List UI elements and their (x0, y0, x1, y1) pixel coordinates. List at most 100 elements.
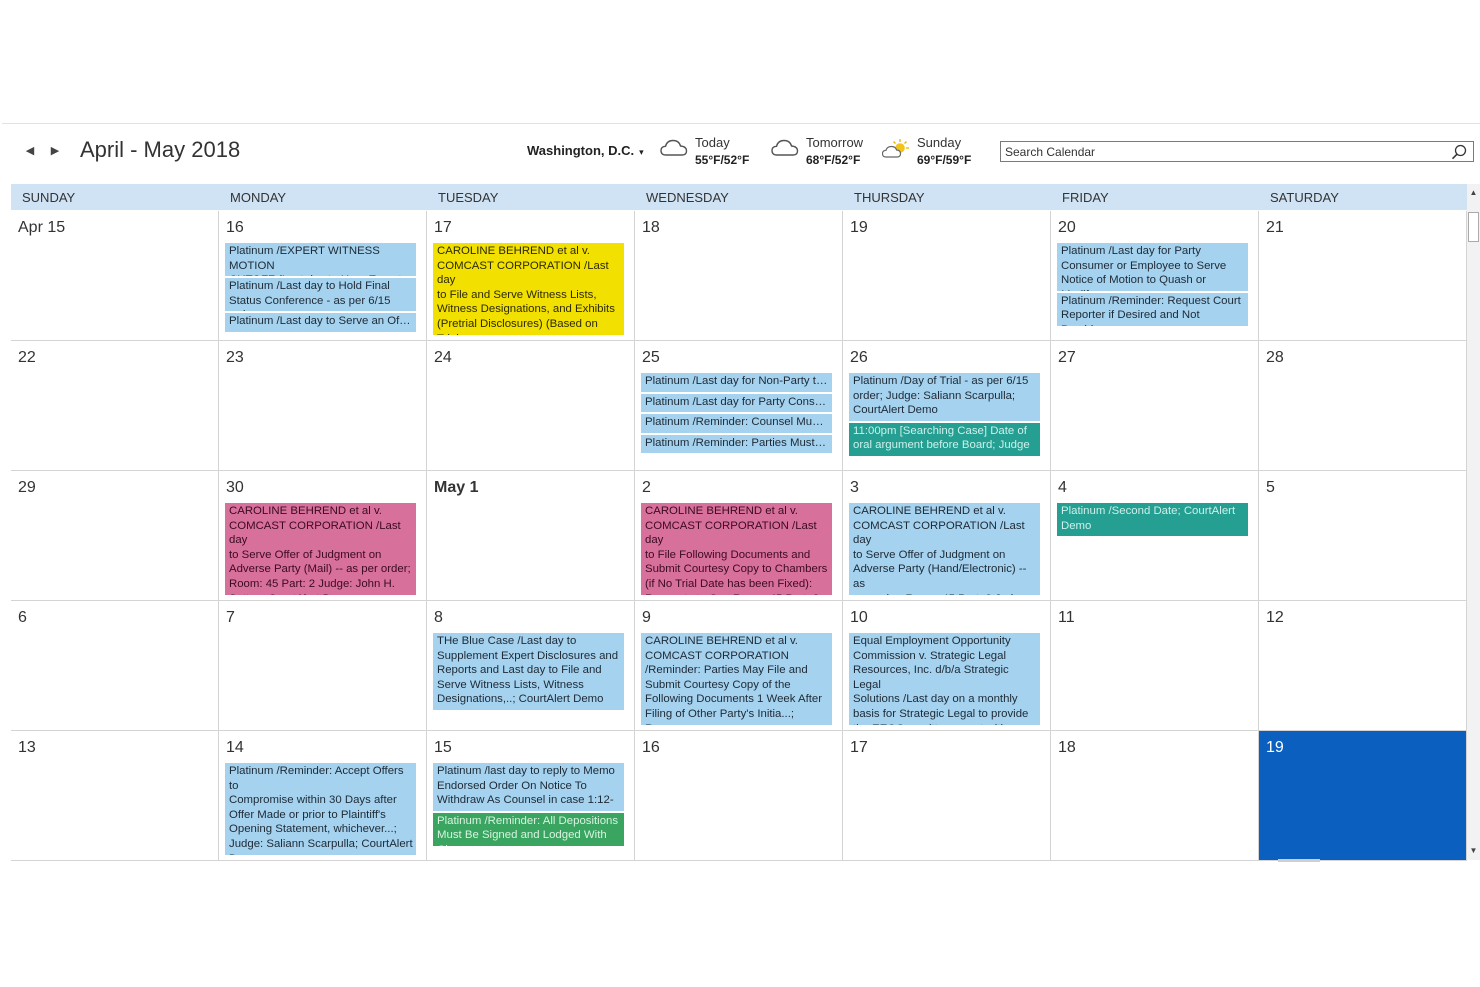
event-text-line: Commission v. Strategic Legal (853, 649, 1006, 662)
event-text-line: Demo (229, 852, 413, 855)
day-number: 7 (226, 609, 235, 626)
day-number: 29 (18, 479, 36, 496)
calendar-event[interactable]: 11:00pm [Searching Case] Date of oral arg… (844, 422, 1040, 456)
search-input[interactable] (1005, 143, 1435, 160)
weather-day-label: Tomorrow (806, 135, 864, 150)
calendar-event[interactable]: Platinum /Last day to Hold Final Status C… (220, 278, 416, 312)
location-selector[interactable]: Washington, D.C. ▾ (527, 143, 644, 158)
day-cell[interactable]: 23 (219, 341, 427, 471)
day-cell[interactable]: 5 (1259, 471, 1467, 601)
event-text-line: Demo (1061, 519, 1092, 532)
day-cell[interactable]: 30 CAROLINE BEHREND et al v. COMCAST CORPO… (219, 471, 427, 601)
calendar-event[interactable]: Platinum /Last day for Party Consumer or … (1052, 243, 1248, 291)
day-header-monday: MONDAY (219, 184, 427, 210)
calendar-event[interactable]: Platinum /Day of Trial - as per 6/15 orde… (844, 373, 1040, 421)
day-number: 12 (1266, 609, 1284, 626)
day-header-sunday: SUNDAY (11, 184, 219, 210)
calendar-event[interactable]: Platinum /Last day for Party Consum... (636, 393, 832, 413)
day-cell[interactable]: 7 (219, 601, 427, 731)
day-cell[interactable]: 15 Platinum /last day to reply to Memo End… (427, 731, 635, 861)
search-box (1000, 141, 1474, 162)
calendar-event[interactable]: Platinum /Reminder: All Depositions Must … (428, 812, 624, 846)
day-cell[interactable]: 19 (843, 211, 1051, 341)
calendar-event[interactable]: Equal Employment Opportunity Commission v… (844, 633, 1040, 725)
event-text-line: Following Documents 1 Week After (645, 693, 823, 706)
day-cell[interactable]: 12 (1259, 601, 1467, 731)
search-icon[interactable] (1451, 144, 1467, 160)
day-cell[interactable]: 9 CAROLINE BEHREND et al v. COMCAST CORPOR… (635, 601, 843, 731)
day-cell[interactable]: 16 Platinum /EXPERT WITNESS MOTIONCUTOFF … (219, 211, 427, 341)
event-text-line: Witness Designations, and Exhibits (437, 303, 615, 316)
day-cell[interactable]: 2 CAROLINE BEHREND et al v. COMCAST CORPOR… (635, 471, 843, 601)
day-cell[interactable]: 27 (1051, 341, 1259, 471)
day-cell[interactable]: 10 Equal Employment Opportunity Commission… (843, 601, 1051, 731)
calendar-event[interactable]: Platinum /Last day to Serve an Offer ... (220, 313, 416, 332)
calendar-event[interactable]: Platinum /Reminder: Counsel Must S... (636, 414, 832, 433)
calendar-event[interactable]: Platinum /Reminder: Accept Offers to Comp… (220, 763, 416, 855)
day-cell[interactable]: 14 Platinum /Reminder: Accept Offers to Co… (219, 731, 427, 861)
event-text-line: per order; Room: 45 Part: 2 Judge: (853, 592, 1037, 595)
day-cell[interactable]: 16 (635, 731, 843, 861)
calendar-event[interactable]: CAROLINE BEHREND et al v. COMCAST CORPORA… (844, 503, 1040, 595)
calendar-event[interactable]: Platinum /last day to reply to Memo Endor… (428, 763, 624, 811)
event-text-line: to Serve Offer of Judgment on (853, 548, 1006, 561)
day-number: 5 (1266, 479, 1275, 496)
calendar-event[interactable]: Platinum /EXPERT WITNESS MOTIONCUTOFF (L… (220, 243, 416, 277)
day-cell[interactable]: 17 (843, 731, 1051, 861)
day-number: 25 (642, 349, 660, 366)
calendar-event[interactable]: CAROLINE BEHREND et al v. COMCAST CORPORA… (428, 243, 624, 335)
day-cell[interactable]: 17 CAROLINE BEHREND et al v. COMCAST CORPO… (427, 211, 635, 341)
day-cell[interactable]: 26 Platinum /Day of Trial - as per 6/15 or… (843, 341, 1051, 471)
event-text-line: Resources, Inc. d/b/a Strategic Legal (853, 664, 1009, 691)
day-cell[interactable]: 6 (11, 601, 219, 731)
day-cell[interactable]: 20 Platinum /Last day for Party Consumer o… (1051, 211, 1259, 341)
event-text-line: CAROLINE BEHREND et al v. (437, 245, 590, 257)
day-cell[interactable]: 29 (11, 471, 219, 601)
day-header-thursday: THURSDAY (843, 184, 1051, 210)
event-text-line: COMCAST CORPORATION /Last day (437, 259, 609, 287)
day-cell[interactable]: 18 (635, 211, 843, 341)
calendar-event[interactable]: Platinum /Last day for Non-Party to ... (636, 373, 832, 392)
day-cell-today[interactable]: 19 (1259, 731, 1467, 861)
scroll-thumb[interactable] (1468, 212, 1479, 242)
day-cell[interactable]: 4 Platinum /Second Date; CourtAlert Demo (1051, 471, 1259, 601)
day-cell[interactable]: 3 CAROLINE BEHREND et al v. COMCAST CORPOR… (843, 471, 1051, 601)
scroll-up-icon[interactable]: ▲ (1467, 184, 1480, 202)
day-number: 20 (1058, 219, 1076, 236)
prev-month-button[interactable]: ◀ (22, 142, 38, 160)
event-text-line: Submit Courtesy Copy of the (645, 678, 791, 691)
day-cell[interactable]: 28 (1259, 341, 1467, 471)
calendar-event[interactable]: Platinum /Reminder: Parties Must Lo... (636, 434, 832, 454)
event-text-line: Designations,..; CourtAlert Demo (437, 693, 604, 706)
event-text-line: Withdraw As Counsel in case 1:12-cv... (437, 794, 614, 811)
event-text-line: Filing of Other Party's Initia...; Room:… (645, 707, 795, 725)
day-number: 16 (226, 219, 244, 236)
calendar-event[interactable]: Platinum /Reminder: Request Court Reporte… (1052, 292, 1248, 326)
calendar-event[interactable]: CAROLINE BEHREND et al v. COMCAST CORPORA… (636, 503, 832, 595)
scroll-down-icon[interactable]: ▼ (1467, 842, 1480, 860)
calendar-event[interactable]: Platinum /Second Date; CourtAlert Demo (1052, 503, 1248, 537)
day-cell[interactable]: 25 Platinum /Last day for Non-Party to ..… (635, 341, 843, 471)
day-number: 21 (1266, 219, 1284, 236)
calendar-event[interactable]: THe Blue Case /Last day to Supplement Exp… (428, 633, 624, 710)
day-cell[interactable]: 11 (1051, 601, 1259, 731)
day-cell[interactable]: May 1 (427, 471, 635, 601)
day-cell[interactable]: 21 (1259, 211, 1467, 341)
day-cell[interactable]: 22 (11, 341, 219, 471)
vertical-scrollbar[interactable]: ▲ ▼ (1467, 184, 1480, 860)
next-month-button[interactable]: ▶ (47, 142, 63, 160)
day-number: 15 (434, 739, 452, 756)
calendar-event[interactable]: CAROLINE BEHREND et al v. COMCAST CORPORA… (636, 633, 832, 725)
day-number: 19 (850, 219, 868, 236)
partly-sunny-icon (882, 139, 909, 158)
day-number: 17 (850, 739, 868, 756)
day-cell[interactable]: Apr 15 (11, 211, 219, 341)
day-cell[interactable]: 18 (1051, 731, 1259, 861)
day-number: 17 (434, 219, 452, 236)
calendar-event[interactable]: CAROLINE BEHREND et al v. COMCAST CORPORA… (220, 503, 416, 595)
horizontal-scroll-thumb[interactable] (1278, 859, 1320, 862)
day-cell[interactable]: 24 (427, 341, 635, 471)
day-cell[interactable]: 13 (11, 731, 219, 861)
event-text-line: Consumer or Employee to Serve (1061, 259, 1227, 272)
day-cell[interactable]: 8 THe Blue Case /Last day to Supplement Ex… (427, 601, 635, 731)
